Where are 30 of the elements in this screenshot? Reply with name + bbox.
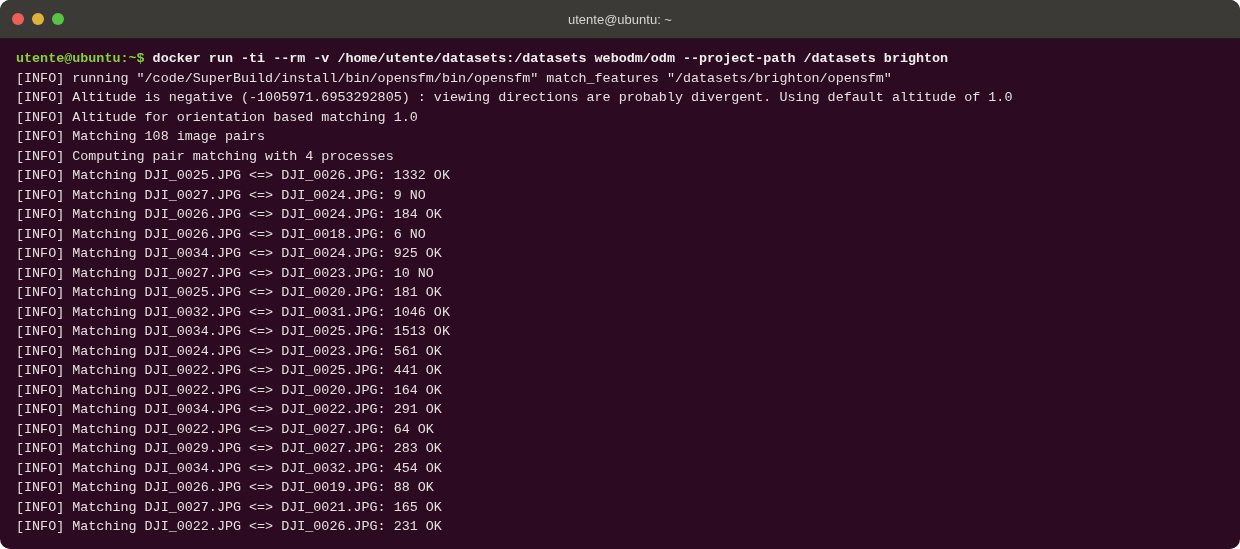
prompt: utente@ubuntu:~$ <box>16 50 145 68</box>
command-text: docker run -ti --rm -v /home/utente/datasets:/datasets webodm/odm --project-path /datasets brighton <box>151 50 949 68</box>
log-line: [INFO] Altitude is negative (-1005971.6953292805) : viewing directions are probably divergent. Using default altitude of 1.0 <box>16 89 1014 107</box>
log-line: [INFO] Matching DJI_0027.JPG <=> DJI_0023.JPG: 10 NO <box>16 264 435 283</box>
log-line: [INFO] Matching DJI_0026.JPG <=> DJI_0019.JPG: 88 OK <box>16 479 435 497</box>
log-line: [INFO] Computing pair matching with 4 processes <box>16 147 395 166</box>
log-line: [INFO] Altitude for orientation based matching 1.0 <box>16 108 419 127</box>
close-icon[interactable] <box>12 13 24 25</box>
log-line: [INFO] Matching DJI_0025.JPG <=> DJI_0026.JPG: 1332 OK <box>16 167 451 185</box>
log-line: [INFO] Matching 108 image pairs <box>16 128 267 146</box>
log-line: [INFO] Matching DJI_0027.JPG <=> DJI_0024.JPG: 9 NO <box>16 186 427 205</box>
log-line: [INFO] Matching DJI_0022.JPG <=> DJI_0025.JPG: 441 OK <box>16 362 443 380</box>
log-line: [INFO] Matching DJI_0026.JPG <=> DJI_0024.JPG: 184 OK <box>16 206 443 224</box>
minimize-icon[interactable] <box>32 13 44 25</box>
log-line: [INFO] Matching DJI_0024.JPG <=> DJI_0023.JPG: 561 OK <box>16 342 443 361</box>
maximize-icon[interactable] <box>52 13 64 25</box>
window-title: utente@ubuntu: ~ <box>568 11 672 27</box>
log-line: [INFO] running "/code/SuperBuild/install/bin/opensfm/bin/opensfm" match_features "/datasets/brighton/opensfm" <box>16 69 893 88</box>
log-line: [INFO] Matching DJI_0032.JPG <=> DJI_0031.JPG: 1046 OK <box>16 303 451 322</box>
log-line: [INFO] Matching DJI_0026.JPG <=> DJI_0018.JPG: 6 NO <box>16 225 427 244</box>
log-line: [INFO] Matching DJI_0034.JPG <=> DJI_0024.JPG: 925 OK <box>16 245 443 263</box>
log-line: [INFO] Matching DJI_0034.JPG <=> DJI_0022.JPG: 291 OK <box>16 401 443 419</box>
log-line: [INFO] Matching DJI_0034.JPG <=> DJI_0025.JPG: 1513 OK <box>16 323 451 341</box>
log-line: [INFO] Matching DJI_0022.JPG <=> DJI_0027.JPG: 64 OK <box>16 420 435 439</box>
log-line: [INFO] Matching DJI_0034.JPG <=> DJI_0032.JPG: 454 OK <box>16 459 443 478</box>
log-line: [INFO] Matching DJI_0022.JPG <=> DJI_0020.JPG: 164 OK <box>16 381 443 400</box>
log-line: [INFO] Matching DJI_0025.JPG <=> DJI_0020.JPG: 181 OK <box>16 284 443 302</box>
log-line: [INFO] Matching DJI_0027.JPG <=> DJI_0021.JPG: 165 OK <box>16 498 443 517</box>
log-line: [INFO] Matching DJI_0029.JPG <=> DJI_0027.JPG: 283 OK <box>16 440 443 458</box>
log-line: [INFO] Matching DJI_0022.JPG <=> DJI_0026.JPG: 231 OK <box>16 518 443 536</box>
